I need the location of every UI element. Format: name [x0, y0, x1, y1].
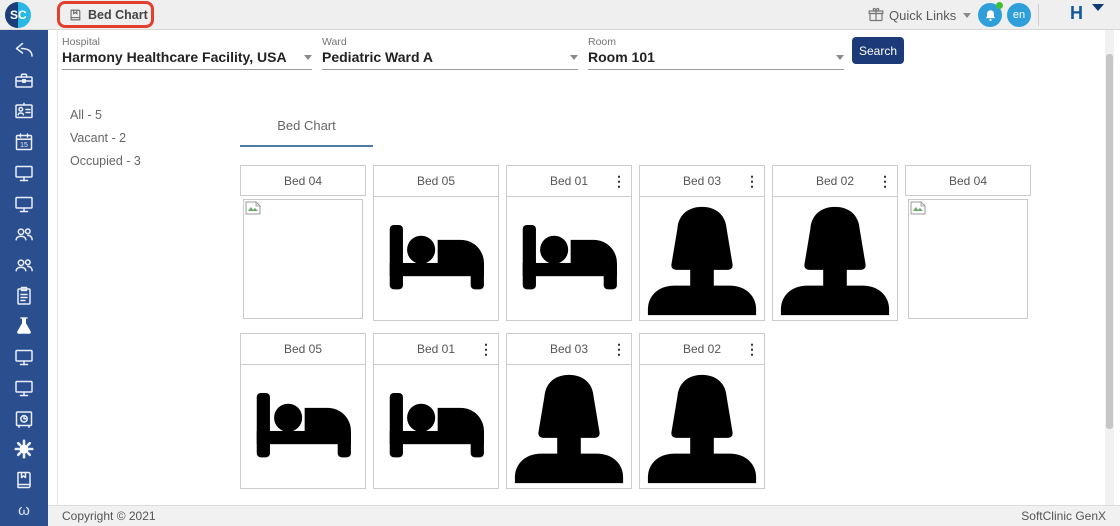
- hospital-value: Harmony Healthcare Facility, USA: [62, 49, 287, 65]
- kebab-menu-icon[interactable]: ⋮: [612, 342, 626, 356]
- monitor-icon[interactable]: [0, 375, 48, 401]
- notifications-button[interactable]: [978, 2, 1003, 27]
- topbar-divider: [1038, 4, 1039, 26]
- book-icon: [70, 9, 81, 20]
- chevron-down-icon: [570, 54, 578, 60]
- room-value: Room 101: [588, 49, 655, 65]
- bed-card-label: Bed 05: [283, 342, 323, 356]
- missing-image-placeholder: [908, 199, 1028, 319]
- logo-left-half: S: [5, 2, 18, 28]
- top-bar: S C Bed Chart Quick Links en H: [0, 0, 1120, 30]
- bed-card-label: Bed 02: [815, 174, 855, 188]
- summary-occupied: Occupied - 3: [70, 154, 141, 168]
- occupied-patient-icon: [514, 374, 624, 484]
- users-icon[interactable]: [0, 221, 48, 247]
- ward-value: Pediatric Ward A: [322, 49, 433, 65]
- content-panel-edge: [57, 30, 58, 505]
- page-title: Bed Chart: [88, 7, 148, 22]
- copyright-text: Copyright © 2021: [62, 509, 156, 523]
- vacant-bed-icon: [389, 392, 484, 458]
- quick-links-label: Quick Links: [889, 7, 957, 23]
- bell-icon: [985, 9, 995, 21]
- svg-text:15: 15: [20, 142, 28, 149]
- search-button[interactable]: Search: [852, 37, 904, 64]
- book-icon[interactable]: [0, 467, 48, 493]
- bed-card-label: Bed 01: [549, 174, 589, 188]
- broken-image-icon: [910, 201, 926, 215]
- gift-icon: [868, 7, 884, 22]
- summary-vacant: Vacant - 2: [70, 131, 127, 145]
- bed-card-label: Bed 04: [283, 173, 323, 188]
- chevron-down-icon: [304, 54, 312, 60]
- bed-card-label: Bed 04: [948, 173, 988, 188]
- bed-card[interactable]: Bed 02 ⋮: [639, 333, 765, 489]
- bed-card[interactable]: Bed 05: [240, 333, 366, 489]
- annotation-highlight: Bed Chart: [57, 1, 154, 28]
- language-label: en: [1012, 9, 1026, 21]
- monitor-icon[interactable]: [0, 344, 48, 370]
- bed-card-label: Bed 03: [549, 342, 589, 356]
- chevron-down-icon: [963, 12, 972, 18]
- safe-icon[interactable]: [0, 406, 48, 432]
- summary-all: All - 5: [70, 108, 102, 122]
- bed-card-label: Bed 03: [682, 174, 722, 188]
- kebab-menu-icon[interactable]: ⋮: [745, 342, 759, 356]
- kebab-menu-icon[interactable]: ⋮: [612, 174, 626, 188]
- gear-icon[interactable]: [0, 436, 48, 462]
- vacant-bed-icon: [522, 224, 617, 290]
- scrollbar-thumb[interactable]: [1106, 54, 1113, 429]
- monitor-icon[interactable]: [0, 191, 48, 217]
- room-label: Room: [588, 36, 617, 48]
- broken-image-icon: [245, 201, 261, 215]
- kebab-menu-icon[interactable]: ⋮: [479, 342, 493, 356]
- hospital-label: Hospital: [62, 36, 100, 48]
- vertical-scrollbar[interactable]: [1105, 30, 1114, 505]
- bed-card[interactable]: Bed 03 ⋮: [506, 333, 632, 489]
- id-card-icon[interactable]: [0, 98, 48, 124]
- hospital-select[interactable]: Hospital Harmony Healthcare Facility, US…: [62, 36, 312, 70]
- profile-chevron-icon[interactable]: [1092, 4, 1104, 11]
- briefcase-icon[interactable]: [0, 68, 48, 94]
- kebab-menu-icon[interactable]: ⋮: [745, 174, 759, 188]
- bed-summary: All - 5 Vacant - 2 Occupied - 3: [70, 108, 141, 177]
- kebab-menu-icon[interactable]: ⋮: [878, 174, 892, 188]
- bed-card[interactable]: Bed 02 ⋮: [772, 165, 898, 321]
- occupied-patient-icon: [647, 374, 757, 484]
- bed-card[interactable]: Bed 05: [373, 165, 499, 321]
- brand-text: SoftClinic GenX: [1021, 509, 1106, 523]
- bed-card-label: Bed 02: [682, 342, 722, 356]
- bed-card-label: Bed 05: [416, 174, 456, 188]
- bed-card[interactable]: Bed 01 ⋮: [373, 333, 499, 489]
- reply-arrow-icon[interactable]: [0, 37, 48, 63]
- vacant-bed-icon: [389, 224, 484, 290]
- flask-icon[interactable]: [0, 313, 48, 339]
- app-logo[interactable]: S C: [5, 2, 31, 28]
- bed-card[interactable]: Bed 04: [905, 165, 1031, 321]
- language-button[interactable]: en: [1007, 3, 1031, 27]
- profile-button[interactable]: H: [1070, 3, 1083, 24]
- users-icon[interactable]: [0, 252, 48, 278]
- vacant-bed-icon: [256, 392, 351, 458]
- tab-bed-chart[interactable]: Bed Chart: [240, 118, 373, 147]
- sidebar-nav: 15 ω: [0, 30, 48, 526]
- ward-select[interactable]: Ward Pediatric Ward A: [322, 36, 578, 70]
- room-select[interactable]: Room Room 101: [588, 36, 844, 70]
- bed-card[interactable]: Bed 01 ⋮: [506, 165, 632, 321]
- bed-card[interactable]: Bed 03 ⋮: [639, 165, 765, 321]
- clipboard-icon[interactable]: [0, 283, 48, 309]
- omega-icon[interactable]: ω: [0, 498, 48, 524]
- occupied-patient-icon: [647, 206, 757, 316]
- occupied-patient-icon: [780, 206, 890, 316]
- bed-card-label: Bed 01: [416, 342, 456, 356]
- bed-card[interactable]: Bed 04: [240, 165, 366, 321]
- logo-right-half: C: [18, 2, 31, 28]
- missing-image-placeholder: [243, 199, 363, 319]
- chevron-down-icon: [836, 54, 844, 60]
- notification-dot: [996, 2, 1003, 9]
- quick-links-menu[interactable]: Quick Links: [868, 0, 972, 30]
- calendar-15-icon[interactable]: 15: [0, 129, 48, 155]
- monitor-icon[interactable]: [0, 160, 48, 186]
- ward-label: Ward: [322, 36, 347, 48]
- footer: Copyright © 2021 SoftClinic GenX: [48, 505, 1120, 526]
